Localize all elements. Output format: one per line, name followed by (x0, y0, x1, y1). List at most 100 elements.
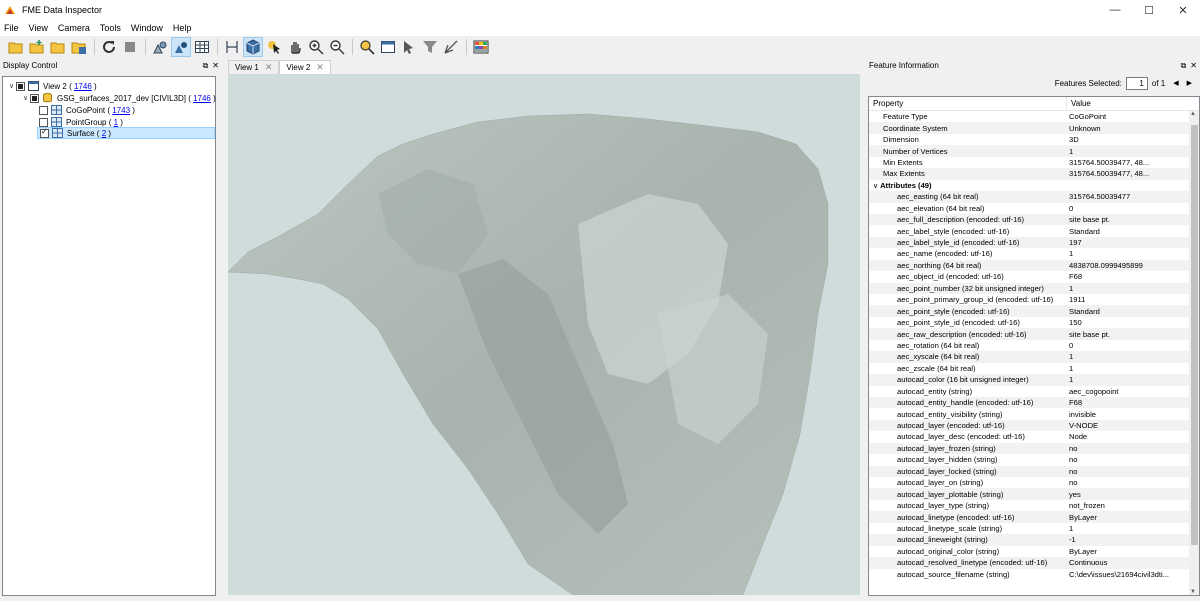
feature-count-link[interactable]: 1 (114, 118, 118, 127)
add-dataset-button[interactable] (27, 37, 47, 57)
close-window-button[interactable]: ✕ (1166, 0, 1200, 20)
table-row[interactable]: aec_zscale (64 bit real) 1 (869, 363, 1199, 374)
table-row[interactable]: autocad_linetype (encoded: utf-16) ByLaye… (869, 511, 1199, 523)
menu-window[interactable]: Window (126, 23, 168, 33)
table-row[interactable]: autocad_layer_on (string) no (869, 477, 1199, 488)
attributes-group-row[interactable]: ∨ Attributes (49) (869, 180, 1199, 191)
table-row[interactable]: aec_point_style (encoded: utf-16) Standar… (869, 305, 1199, 317)
table-row[interactable]: aec_object_id (encoded: utf-16) F68 (869, 271, 1199, 282)
table-row[interactable]: aec_point_primary_group_id (encoded: utf… (869, 294, 1199, 305)
select-features-button[interactable] (399, 37, 419, 57)
tree-item-view[interactable]: ∨ View 2 ( 1746 ) (7, 80, 97, 92)
selected-feature-input[interactable]: 1 (1125, 76, 1148, 90)
table-row[interactable]: autocad_linetype_scale (string) 1 (869, 523, 1199, 534)
maximize-button[interactable]: ☐ (1132, 0, 1166, 20)
scrollbar-thumb[interactable] (1191, 125, 1198, 545)
column-header-value[interactable]: Value (1067, 97, 1091, 110)
table-row[interactable]: autocad_entity_handle (encoded: utf-16) F… (869, 396, 1199, 409)
table-row[interactable]: aec_name (encoded: utf-16) 1 (869, 248, 1199, 259)
zoom-in-button[interactable] (306, 37, 326, 57)
collapse-icon[interactable]: ∨ (21, 94, 30, 102)
float-panel-icon[interactable]: ⧉ (1181, 61, 1187, 71)
table-row[interactable]: aec_point_number (32 bit unsigned intege… (869, 282, 1199, 294)
menu-view[interactable]: View (24, 23, 53, 33)
zoom-out-button[interactable] (327, 37, 347, 57)
feature-count-link[interactable]: 2 (102, 129, 106, 138)
table-row[interactable]: Number of Vertices 1 (869, 145, 1199, 157)
pan-tool-button[interactable] (285, 37, 305, 57)
menu-help[interactable]: Help (168, 23, 197, 33)
feature-count-link[interactable]: 1746 (74, 82, 92, 91)
table-row[interactable]: aec_elevation (64 bit real) 0 (869, 203, 1199, 214)
open-folder-button[interactable] (48, 37, 68, 57)
table-row[interactable]: aec_easting (64 bit real) 315764.50039477 (869, 191, 1199, 203)
save-dataset-button[interactable] (69, 37, 89, 57)
next-feature-icon[interactable]: ▶ (1187, 79, 1192, 87)
3d-viewport[interactable] (228, 74, 860, 595)
feature-count-link[interactable]: 1743 (112, 106, 130, 115)
table-row[interactable]: autocad_layer_desc (encoded: utf-16) Node (869, 431, 1199, 442)
2d-view-button[interactable] (150, 37, 170, 57)
collapse-icon[interactable]: ∨ (7, 82, 16, 90)
close-panel-icon[interactable]: ✕ (1190, 61, 1197, 71)
color-table-button[interactable] (471, 37, 491, 57)
menu-tools[interactable]: Tools (95, 23, 126, 33)
cogopoint-checkbox[interactable] (39, 105, 48, 115)
table-row[interactable]: autocad_resolved_linetype (encoded: utf-… (869, 557, 1199, 569)
minimize-button[interactable]: — (1098, 0, 1132, 20)
menu-camera[interactable]: Camera (53, 23, 95, 33)
table-row[interactable]: aec_full_description (encoded: utf-16) si… (869, 213, 1199, 226)
table-row[interactable]: aec_label_style_id (encoded: utf-16) 197 (869, 236, 1199, 249)
3d-view-button[interactable] (171, 37, 191, 57)
table-row[interactable]: autocad_source_filename (string) C:\dev\i… (869, 569, 1199, 580)
table-row[interactable]: aec_xyscale (64 bit real) 1 (869, 351, 1199, 363)
close-panel-icon[interactable]: ✕ (212, 61, 219, 71)
table-row[interactable]: autocad_layer_plottable (string) yes (869, 488, 1199, 500)
table-row[interactable]: autocad_color (16 bit unsigned integer) 1 (869, 374, 1199, 386)
table-row[interactable]: Feature Type CoGoPoint (869, 111, 1199, 122)
table-row[interactable]: Coordinate System Unknown (869, 122, 1199, 134)
perspective-button[interactable] (243, 37, 263, 57)
tab-view-2[interactable]: View 2 ✕ (279, 60, 331, 74)
table-view-button[interactable] (192, 37, 212, 57)
vertical-scrollbar[interactable]: ▲ ▼ (1189, 111, 1199, 595)
measure-button[interactable] (441, 37, 461, 57)
table-row[interactable]: autocad_layer_type (string) not_frozen (869, 500, 1199, 511)
dataset-checkbox[interactable] (30, 93, 39, 103)
open-dataset-button[interactable] (6, 37, 26, 57)
feature-count-link[interactable]: 1746 (193, 94, 211, 103)
scroll-up-icon[interactable]: ▲ (1190, 111, 1196, 117)
tree-item-dataset[interactable]: ∨ GSG_surfaces_2017_dev [CIVIL3D] ( 1746… (21, 92, 216, 104)
table-row[interactable]: aec_raw_description (encoded: utf-16) sit… (869, 328, 1199, 340)
table-row[interactable]: Dimension 3D (869, 134, 1199, 145)
table-row[interactable]: autocad_layer_frozen (string) no (869, 442, 1199, 455)
column-header-property[interactable]: Property (869, 97, 1067, 110)
close-tab-icon[interactable]: ✕ (265, 62, 273, 73)
table-row[interactable]: aec_northing (64 bit real) 4838708.099949… (869, 259, 1199, 272)
pointgroup-checkbox[interactable] (39, 117, 48, 127)
close-tab-icon[interactable]: ✕ (316, 62, 324, 73)
menu-file[interactable]: File (0, 23, 24, 33)
table-row[interactable]: aec_point_style_id (encoded: utf-16) 150 (869, 317, 1199, 328)
table-row[interactable]: autocad_layer_hidden (string) no (869, 454, 1199, 465)
table-row[interactable]: aec_rotation (64 bit real) 0 (869, 340, 1199, 351)
tree-item-cogopoint[interactable]: CoGoPoint ( 1743 ) (39, 104, 135, 116)
view-checkbox[interactable] (16, 81, 25, 91)
zoom-to-extents-button[interactable] (357, 37, 377, 57)
stop-button[interactable] (120, 37, 140, 57)
table-row[interactable]: Max Extents 315764.50039477, 48... (869, 168, 1199, 180)
select-tool-button[interactable] (264, 37, 284, 57)
filter-button[interactable] (420, 37, 440, 57)
table-row[interactable]: Min Extents 315764.50039477, 48... (869, 157, 1199, 168)
orthographic-button[interactable] (222, 37, 242, 57)
table-row[interactable]: autocad_lineweight (string) -1 (869, 534, 1199, 546)
table-row[interactable]: autocad_original_color (string) ByLayer (869, 546, 1199, 557)
table-row[interactable]: autocad_layer (encoded: utf-16) V-NODE (869, 419, 1199, 432)
float-panel-icon[interactable]: ⧉ (203, 61, 209, 71)
surface-checkbox[interactable] (40, 127, 49, 138)
table-row[interactable]: autocad_entity_visibility (string) invisi… (869, 408, 1199, 419)
refresh-button[interactable] (99, 37, 119, 57)
scroll-down-icon[interactable]: ▼ (1190, 589, 1196, 595)
tree-item-surface[interactable]: Surface ( 2 ) (37, 127, 215, 139)
table-row[interactable]: aec_label_style (encoded: utf-16) Standar… (869, 225, 1199, 236)
